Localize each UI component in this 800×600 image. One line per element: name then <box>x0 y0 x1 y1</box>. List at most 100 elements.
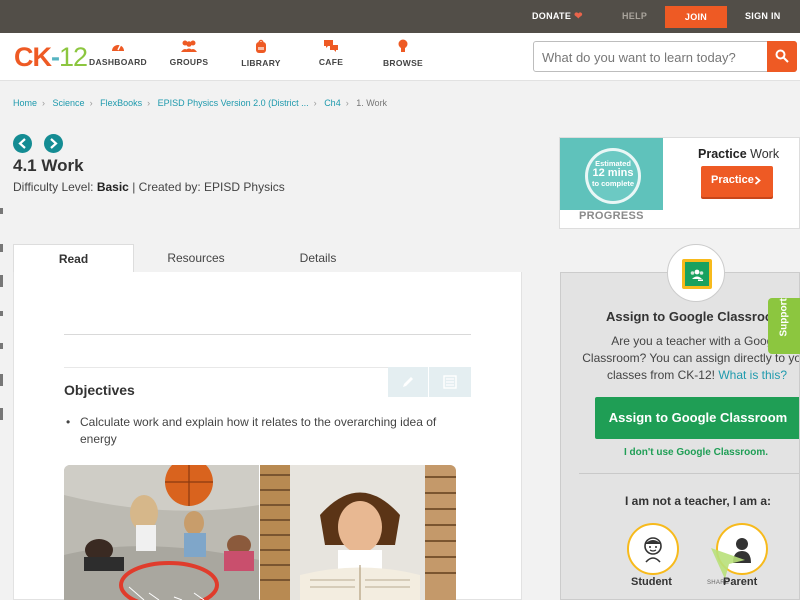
lesson-meta: Difficulty Level: Basic | Created by: EP… <box>13 180 285 194</box>
basketball-photo <box>64 465 259 600</box>
nav-library[interactable]: LIBRARY <box>237 39 285 68</box>
estimate-circle: Estimated 12 mins to complete <box>585 148 641 204</box>
nav-groups-label: GROUPS <box>169 57 209 67</box>
previous-lesson-button[interactable] <box>13 134 32 153</box>
gc-text-line: classes from CK-12! <box>606 368 715 382</box>
student-icon <box>644 537 662 563</box>
practice-estimate-badge: Estimated 12 mins to complete <box>560 138 663 210</box>
nav-browse-label: BROWSE <box>382 58 424 68</box>
difficulty-value: Basic <box>96 180 129 194</box>
gc-text-line: Classroom? You can assign directly to yo… <box>582 351 800 365</box>
gc-text-line: Are you a teacher with a Google <box>611 334 783 348</box>
people-icon <box>181 40 197 52</box>
tab-details[interactable]: Details <box>258 244 378 272</box>
student-label: Student <box>631 576 672 588</box>
breadcrumb-separator: › <box>42 98 46 108</box>
breadcrumb-separator: › <box>313 98 317 108</box>
estimate-line2: 12 mins <box>592 167 634 179</box>
nav-browse[interactable]: BROWSE <box>378 39 428 68</box>
estimate-line3: to complete <box>591 179 635 188</box>
support-tab[interactable]: Support <box>768 298 800 354</box>
objectives-list: • Calculate work and explain how it rela… <box>66 414 470 448</box>
join-button[interactable]: JOIN <box>665 6 727 28</box>
studying-photo <box>260 465 456 600</box>
edge-mark <box>0 208 3 214</box>
search-input[interactable] <box>542 47 766 67</box>
chat-bubbles-icon <box>324 40 338 52</box>
breadcrumb-home[interactable]: Home <box>13 98 37 108</box>
logo-dash: - <box>51 42 60 72</box>
lesson-content: Objectives • Calculate work and explain … <box>13 272 522 600</box>
share-arrow-icon[interactable] <box>711 546 747 580</box>
notes-icon <box>443 375 457 389</box>
nav-groups[interactable]: GROUPS <box>165 39 213 67</box>
breadcrumb-flexbooks[interactable]: FlexBooks <box>100 98 142 108</box>
breadcrumb: Home › Science › FlexBooks › EPISD Physics … <box>13 98 387 108</box>
pencil-icon <box>403 377 413 387</box>
practice-title-rest: Work <box>750 147 780 161</box>
help-link[interactable]: HELP <box>622 0 647 33</box>
breadcrumb-separator: › <box>345 98 349 108</box>
logo-num: 12 <box>59 42 88 72</box>
chevron-left-icon <box>18 138 26 149</box>
gc-description: Are you a teacher with a Google Classroo… <box>577 333 800 384</box>
what-is-this-link[interactable]: What is this? <box>718 368 787 382</box>
dont-use-google-classroom-link[interactable]: I don't use Google Classroom. <box>624 447 768 458</box>
backpack-icon <box>256 39 266 53</box>
gc-title: Assign to Google Classroom <box>606 309 785 324</box>
practice-button[interactable]: Practice <box>701 166 773 197</box>
divider <box>579 473 799 474</box>
difficulty-label: Difficulty Level: <box>13 180 94 194</box>
breadcrumb-book[interactable]: EPISD Physics Version 2.0 (District ... <box>158 98 309 108</box>
heart-icon: ❤ <box>574 11 583 22</box>
parent-label: Parent <box>723 576 758 588</box>
objectives-heading: Objectives <box>64 382 135 398</box>
tab-resources[interactable]: Resources <box>136 244 256 272</box>
nav-dashboard-label: DASHBOARD <box>89 57 147 67</box>
practice-card: Estimated 12 mins to complete PROGRESS P… <box>559 137 800 229</box>
page-title: 4.1 Work <box>13 156 84 175</box>
nav-cafe-label: CAFE <box>318 57 344 67</box>
search-box <box>533 41 797 72</box>
not-teacher-heading: I am not a teacher, I am a: <box>625 494 772 508</box>
chevron-right-icon <box>754 176 761 185</box>
breadcrumb-separator: › <box>147 98 151 108</box>
practice-button-label: Practice <box>711 174 754 186</box>
progress-label: PROGRESS <box>579 210 644 222</box>
edge-mark <box>0 311 3 316</box>
nav-cafe[interactable]: CAFE <box>310 39 352 67</box>
divider <box>64 334 471 335</box>
meta-separator: | <box>132 180 136 194</box>
next-lesson-button[interactable] <box>44 134 63 153</box>
search-icon <box>775 49 789 63</box>
search-button[interactable] <box>767 41 797 72</box>
bullet: • <box>66 415 71 429</box>
breadcrumb-separator: › <box>89 98 93 108</box>
main-header: CK-12 DASHBOARD GROUPS LIBRARY CAFE BROW… <box>0 33 800 81</box>
content-toolbar <box>388 367 471 397</box>
created-by: Created by: EPISD Physics <box>138 180 285 194</box>
ck12-logo[interactable]: CK-12 <box>14 42 88 73</box>
assign-google-classroom-button[interactable]: Assign to Google Classroom <box>595 397 799 439</box>
top-utility-bar: DONATE ❤ HELP JOIN SIGN IN <box>0 0 800 33</box>
practice-title-bold: Practice <box>698 147 747 161</box>
edit-button[interactable] <box>388 367 429 397</box>
nav-dashboard[interactable]: DASHBOARD <box>88 39 148 67</box>
edge-mark <box>0 374 3 386</box>
breadcrumb-chapter[interactable]: Ch4 <box>324 98 341 108</box>
lightbulb-icon <box>398 39 408 52</box>
student-role-button[interactable] <box>627 523 679 575</box>
objective-item: Calculate work and explain how it relate… <box>80 415 437 446</box>
nav-library-label: LIBRARY <box>241 58 281 68</box>
donate-link[interactable]: DONATE ❤ <box>532 0 583 33</box>
tab-read[interactable]: Read <box>13 244 134 274</box>
edge-mark <box>0 408 3 420</box>
sign-in-link[interactable]: SIGN IN <box>745 0 781 33</box>
breadcrumb-science[interactable]: Science <box>53 98 85 108</box>
gauge-icon <box>112 43 124 51</box>
google-classroom-panel: Assign to Google Classroom Are you a tea… <box>560 272 800 600</box>
notes-button[interactable] <box>430 367 471 397</box>
support-label: Support <box>778 298 790 337</box>
edge-mark <box>0 343 3 349</box>
practice-title: Practice Work <box>698 147 779 161</box>
